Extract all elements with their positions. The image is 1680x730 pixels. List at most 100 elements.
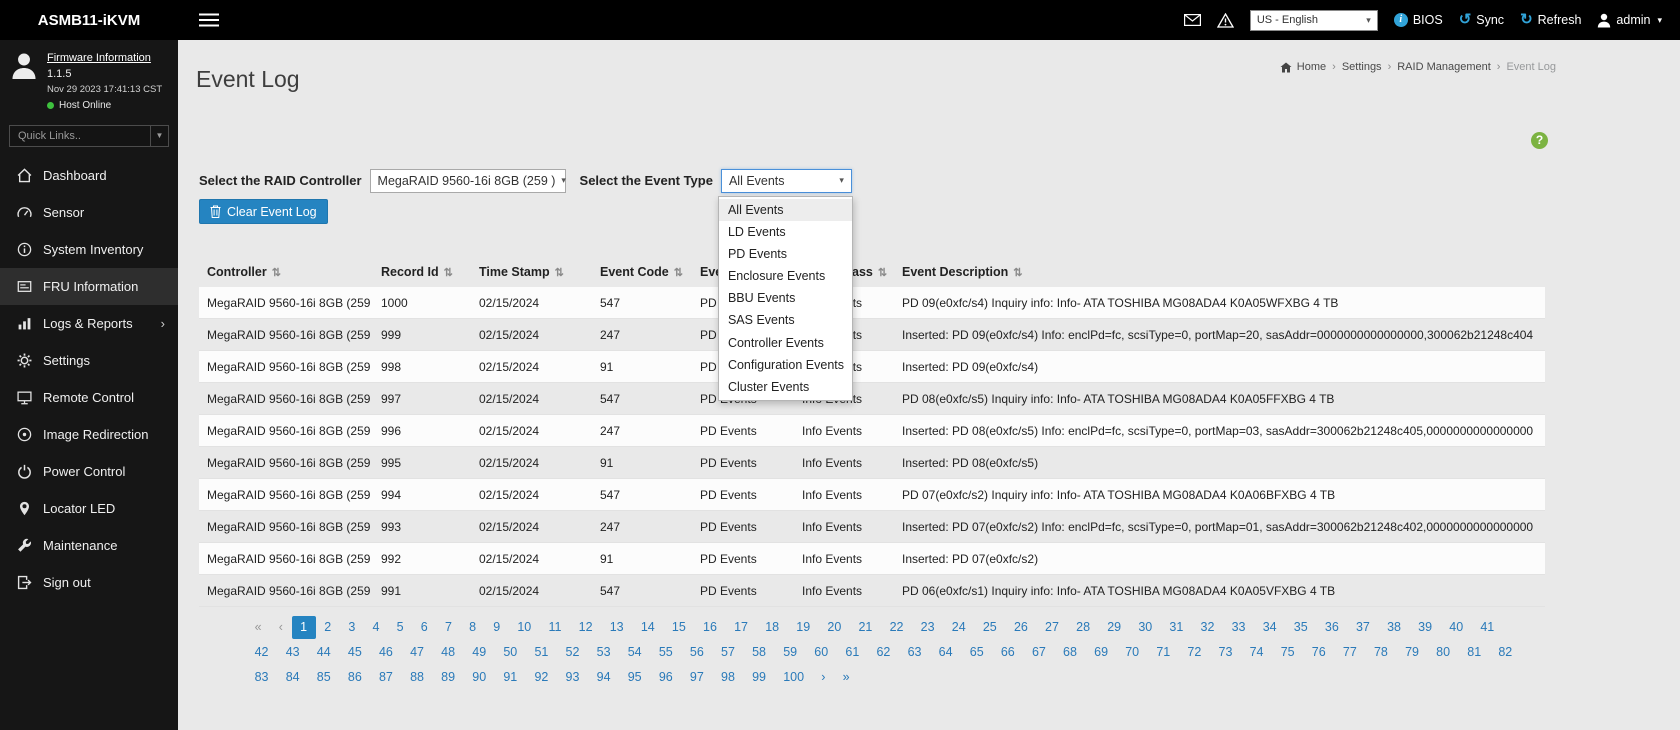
- column-header-time-stamp[interactable]: Time Stamp⇅: [471, 257, 592, 287]
- pagination-page[interactable]: 68: [1054, 641, 1085, 664]
- pagination-page[interactable]: 74: [1241, 641, 1272, 664]
- dropdown-option[interactable]: LD Events: [719, 221, 852, 243]
- pagination-page[interactable]: 97: [681, 666, 712, 689]
- sidebar-item-remote-control[interactable]: Remote Control: [0, 379, 178, 416]
- pagination-page[interactable]: 88: [401, 666, 432, 689]
- pagination-page[interactable]: 1: [292, 616, 316, 639]
- pagination-page[interactable]: 40: [1441, 616, 1472, 639]
- pagination-page[interactable]: 90: [464, 666, 495, 689]
- pagination-last[interactable]: »: [834, 666, 858, 689]
- pagination-page[interactable]: 91: [495, 666, 526, 689]
- pagination-page[interactable]: 2: [316, 616, 340, 639]
- pagination-page[interactable]: 84: [277, 666, 308, 689]
- pagination-page[interactable]: 99: [744, 666, 775, 689]
- menu-toggle-button[interactable]: [199, 13, 219, 27]
- pagination-page[interactable]: 39: [1410, 616, 1441, 639]
- pagination-page[interactable]: 76: [1303, 641, 1334, 664]
- pagination-first[interactable]: «: [246, 616, 270, 639]
- pagination-page[interactable]: 94: [588, 666, 619, 689]
- pagination-page[interactable]: 69: [1086, 641, 1117, 664]
- pagination-page[interactable]: 11: [540, 616, 570, 639]
- pagination-page[interactable]: 93: [557, 666, 588, 689]
- pagination-page[interactable]: 48: [433, 641, 464, 664]
- pagination-page[interactable]: 72: [1179, 641, 1210, 664]
- pagination-page[interactable]: 20: [819, 616, 850, 639]
- column-header-event-code[interactable]: Event Code⇅: [592, 257, 692, 287]
- help-icon[interactable]: ?: [1531, 132, 1548, 149]
- user-menu[interactable]: admin ▾: [1597, 13, 1662, 28]
- pagination-page[interactable]: 83: [246, 666, 277, 689]
- sidebar-item-maintenance[interactable]: Maintenance: [0, 527, 178, 564]
- pagination-page[interactable]: 51: [526, 641, 557, 664]
- event-type-select[interactable]: All Events ▾: [721, 169, 852, 193]
- pagination-page[interactable]: 79: [1396, 641, 1427, 664]
- pagination-page[interactable]: 18: [757, 616, 788, 639]
- dropdown-option[interactable]: All Events: [719, 199, 852, 221]
- pagination-page[interactable]: 29: [1099, 616, 1130, 639]
- pagination-page[interactable]: 62: [868, 641, 899, 664]
- pagination-prev[interactable]: ‹: [270, 616, 291, 639]
- pagination-page[interactable]: 25: [974, 616, 1005, 639]
- pagination-page[interactable]: 31: [1161, 616, 1192, 639]
- column-header-controller[interactable]: Controller⇅: [199, 257, 373, 287]
- dropdown-option[interactable]: BBU Events: [719, 287, 852, 309]
- pagination-page[interactable]: 44: [308, 641, 339, 664]
- pagination-page[interactable]: 96: [650, 666, 681, 689]
- firmware-information-link[interactable]: Firmware Information: [47, 52, 162, 64]
- pagination-page[interactable]: 45: [339, 641, 370, 664]
- pagination-page[interactable]: 26: [1005, 616, 1036, 639]
- pagination-page[interactable]: 30: [1130, 616, 1161, 639]
- pagination-page[interactable]: 5: [388, 616, 412, 639]
- language-select[interactable]: US - English ▾: [1250, 10, 1378, 31]
- pagination-next[interactable]: ›: [813, 666, 834, 689]
- sidebar-item-image-redirection[interactable]: Image Redirection: [0, 416, 178, 453]
- pagination-page[interactable]: 17: [726, 616, 757, 639]
- dropdown-option[interactable]: Controller Events: [719, 332, 852, 354]
- sidebar-item-fru-information[interactable]: FRU Information: [0, 268, 178, 305]
- dropdown-option[interactable]: SAS Events: [719, 309, 852, 331]
- pagination-page[interactable]: 77: [1334, 641, 1365, 664]
- pagination-page[interactable]: 57: [712, 641, 743, 664]
- pagination-page[interactable]: 56: [681, 641, 712, 664]
- breadcrumb-item[interactable]: Event Log: [1506, 61, 1556, 73]
- pagination-page[interactable]: 41: [1472, 616, 1503, 639]
- pagination-page[interactable]: 15: [663, 616, 694, 639]
- pagination-page[interactable]: 50: [495, 641, 526, 664]
- pagination-page[interactable]: 13: [601, 616, 632, 639]
- sidebar-item-system-inventory[interactable]: System Inventory: [0, 231, 178, 268]
- pagination-page[interactable]: 65: [961, 641, 992, 664]
- pagination-page[interactable]: 33: [1223, 616, 1254, 639]
- pagination-page[interactable]: 47: [401, 641, 432, 664]
- pagination-page[interactable]: 95: [619, 666, 650, 689]
- pagination-page[interactable]: 81: [1459, 641, 1490, 664]
- pagination-page[interactable]: 32: [1192, 616, 1223, 639]
- pagination-page[interactable]: 10: [509, 616, 540, 639]
- pagination-page[interactable]: 55: [650, 641, 681, 664]
- pagination-page[interactable]: 80: [1428, 641, 1459, 664]
- sidebar-item-power-control[interactable]: Power Control: [0, 453, 178, 490]
- pagination-page[interactable]: 70: [1117, 641, 1148, 664]
- pagination-page[interactable]: 86: [339, 666, 370, 689]
- pagination-page[interactable]: 85: [308, 666, 339, 689]
- pagination-page[interactable]: 16: [694, 616, 725, 639]
- pagination-page[interactable]: 6: [412, 616, 436, 639]
- breadcrumb-item[interactable]: Settings: [1342, 61, 1397, 73]
- pagination-page[interactable]: 22: [881, 616, 912, 639]
- pagination-page[interactable]: 49: [464, 641, 495, 664]
- pagination-page[interactable]: 34: [1254, 616, 1285, 639]
- pagination-page[interactable]: 64: [930, 641, 961, 664]
- column-header-record-id[interactable]: Record Id⇅: [373, 257, 471, 287]
- pagination-page[interactable]: 14: [632, 616, 663, 639]
- sidebar-item-logs-reports[interactable]: Logs & Reports ›: [0, 305, 178, 342]
- pagination-page[interactable]: 92: [526, 666, 557, 689]
- pagination-page[interactable]: 87: [370, 666, 401, 689]
- pagination-page[interactable]: 73: [1210, 641, 1241, 664]
- bios-button[interactable]: i BIOS: [1394, 13, 1443, 27]
- pagination-page[interactable]: 36: [1316, 616, 1347, 639]
- quick-links-select[interactable]: Quick Links.. ▼: [9, 125, 169, 147]
- pagination-page[interactable]: 37: [1347, 616, 1378, 639]
- pagination-page[interactable]: 12: [570, 616, 601, 639]
- warning-icon[interactable]: [1217, 13, 1234, 28]
- pagination-page[interactable]: 27: [1036, 616, 1067, 639]
- sidebar-item-settings[interactable]: Settings: [0, 342, 178, 379]
